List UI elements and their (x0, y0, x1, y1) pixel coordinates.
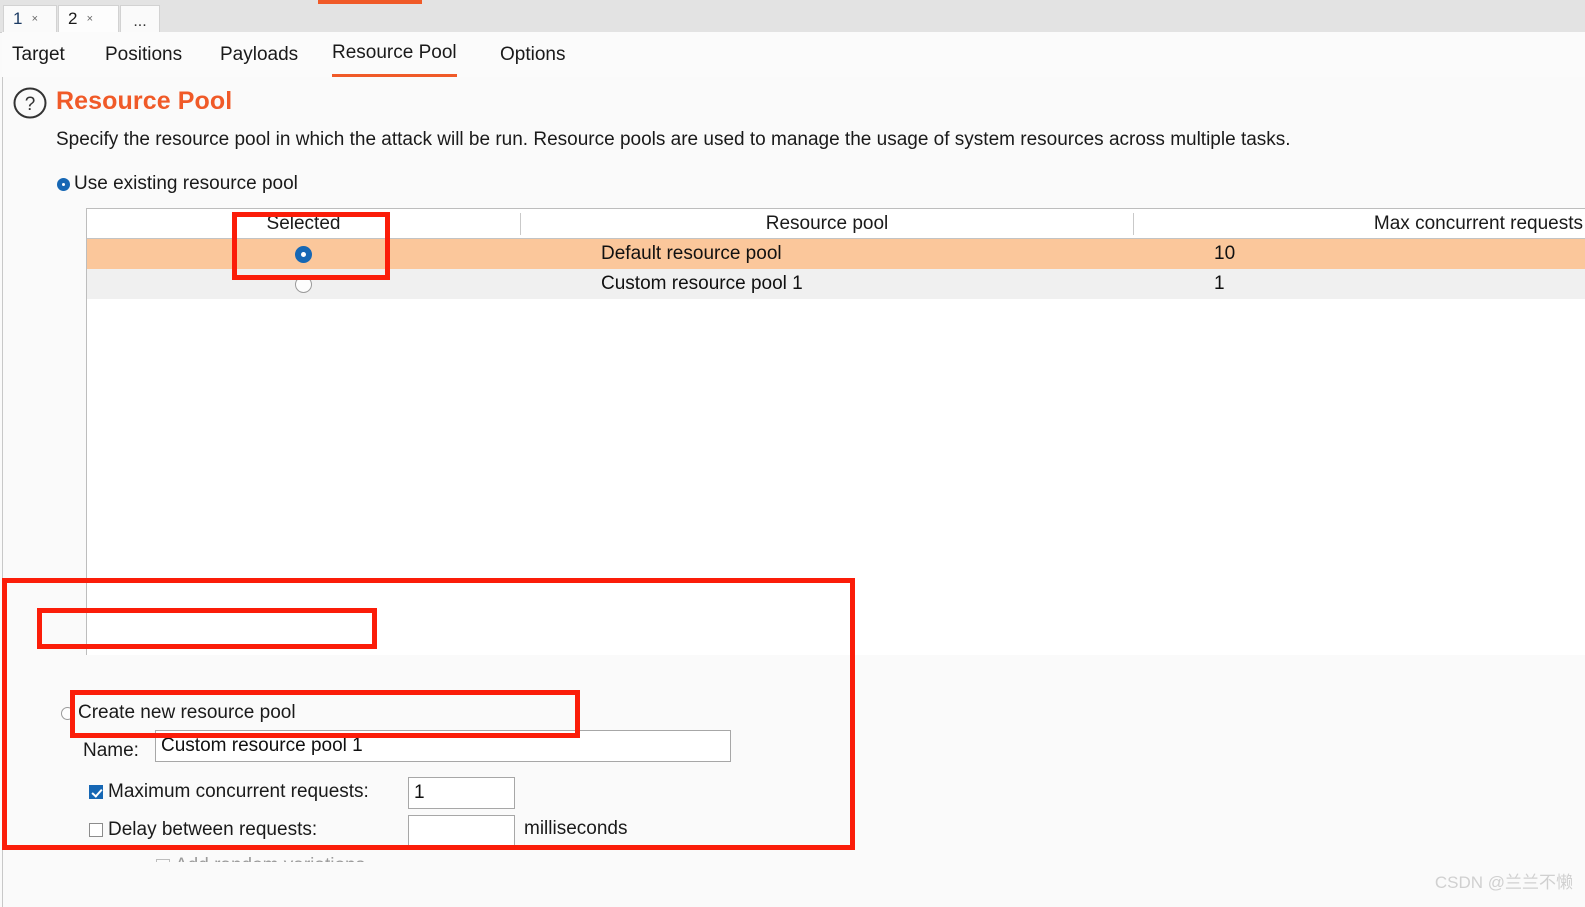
window-tab-1-label: 1 (13, 9, 23, 28)
row-2-resource-pool-name: Custom resource pool 1 (601, 273, 803, 294)
subtab-target[interactable]: Target (12, 32, 65, 77)
max-concurrent-requests-checkbox[interactable] (89, 785, 103, 799)
create-new-resource-pool-radio-row[interactable]: Create new resource pool (61, 702, 296, 724)
use-existing-resource-pool-label: Use existing resource pool (74, 173, 298, 194)
more-tabs-label: ... (133, 13, 147, 31)
active-tab-top-indicator (318, 0, 422, 4)
panel-bottom-strip (3, 862, 1585, 907)
window-tab-2-close-icon[interactable]: × (87, 13, 93, 25)
name-field-label: Name: (83, 740, 139, 761)
resource-pool-table: Selected Resource pool Max concurrent re… (86, 208, 1585, 655)
subtab-payloads[interactable]: Payloads (220, 32, 298, 77)
max-concurrent-requests-label: Maximum concurrent requests: (108, 781, 369, 802)
page-title: Resource Pool (56, 87, 233, 115)
svg-text:?: ? (25, 94, 36, 115)
row-1-selected-cell[interactable] (87, 239, 520, 269)
subtab-resource-pool[interactable]: Resource Pool (332, 32, 457, 77)
delay-between-requests-checkbox[interactable] (89, 823, 103, 837)
column-header-max-concurrent-requests[interactable]: Max concurrent requests (1134, 209, 1585, 238)
csdn-watermark: CSDN @兰兰不懒 (1434, 873, 1573, 892)
tab-strip: 1 × 2 × ... (0, 0, 1585, 35)
column-header-resource-pool[interactable]: Resource pool (521, 209, 1133, 238)
table-row[interactable]: Custom resource pool 1 1 (87, 269, 1585, 299)
delay-between-requests-label: Delay between requests: (108, 819, 318, 840)
row-1-max-concurrent-requests: 10 (1214, 243, 1236, 264)
row-1-resource-pool-name: Default resource pool (601, 243, 782, 264)
burp-intruder-window: 1 × 2 × ... Target Positions Payloads Re… (0, 0, 1585, 907)
more-tabs-button[interactable]: ... (120, 5, 160, 32)
page-description: Specify the resource pool in which the a… (56, 129, 1291, 150)
window-tab-2-label: 2 (68, 9, 78, 28)
row-2-selected-radio[interactable] (295, 275, 312, 293)
window-tab-2[interactable]: 2 × (58, 5, 119, 35)
question-mark-icon[interactable]: ? (13, 86, 47, 120)
use-existing-resource-pool-radio[interactable] (57, 177, 70, 191)
delay-units-label: milliseconds (524, 818, 628, 839)
subtab-positions[interactable]: Positions (105, 32, 182, 77)
table-row[interactable]: Default resource pool 10 (87, 239, 1585, 269)
row-2-max-concurrent-requests: 1 (1214, 273, 1225, 294)
row-1-selected-radio[interactable] (295, 245, 312, 263)
max-concurrent-requests-checkbox-row[interactable]: Maximum concurrent requests: (89, 781, 369, 803)
delay-between-requests-input[interactable] (408, 815, 515, 847)
resource-pool-panel: ? Resource Pool Specify the resource poo… (2, 77, 1585, 907)
table-header-row: Selected Resource pool Max concurrent re… (87, 209, 1585, 239)
delay-between-requests-checkbox-row[interactable]: Delay between requests: (89, 819, 317, 841)
intruder-subnav: Target Positions Payloads Resource Pool … (2, 32, 1585, 78)
subtab-options[interactable]: Options (500, 32, 565, 77)
window-tab-1[interactable]: 1 × (3, 5, 57, 32)
name-input[interactable] (155, 730, 731, 762)
create-new-resource-pool-label: Create new resource pool (78, 702, 296, 723)
column-header-selected[interactable]: Selected (87, 209, 520, 238)
use-existing-resource-pool-radio-row[interactable]: Use existing resource pool (57, 173, 298, 195)
row-2-selected-cell[interactable] (87, 269, 520, 299)
max-concurrent-requests-input[interactable] (408, 777, 515, 809)
create-new-resource-pool-radio[interactable] (61, 706, 74, 720)
window-tab-1-close-icon[interactable]: × (32, 13, 38, 25)
